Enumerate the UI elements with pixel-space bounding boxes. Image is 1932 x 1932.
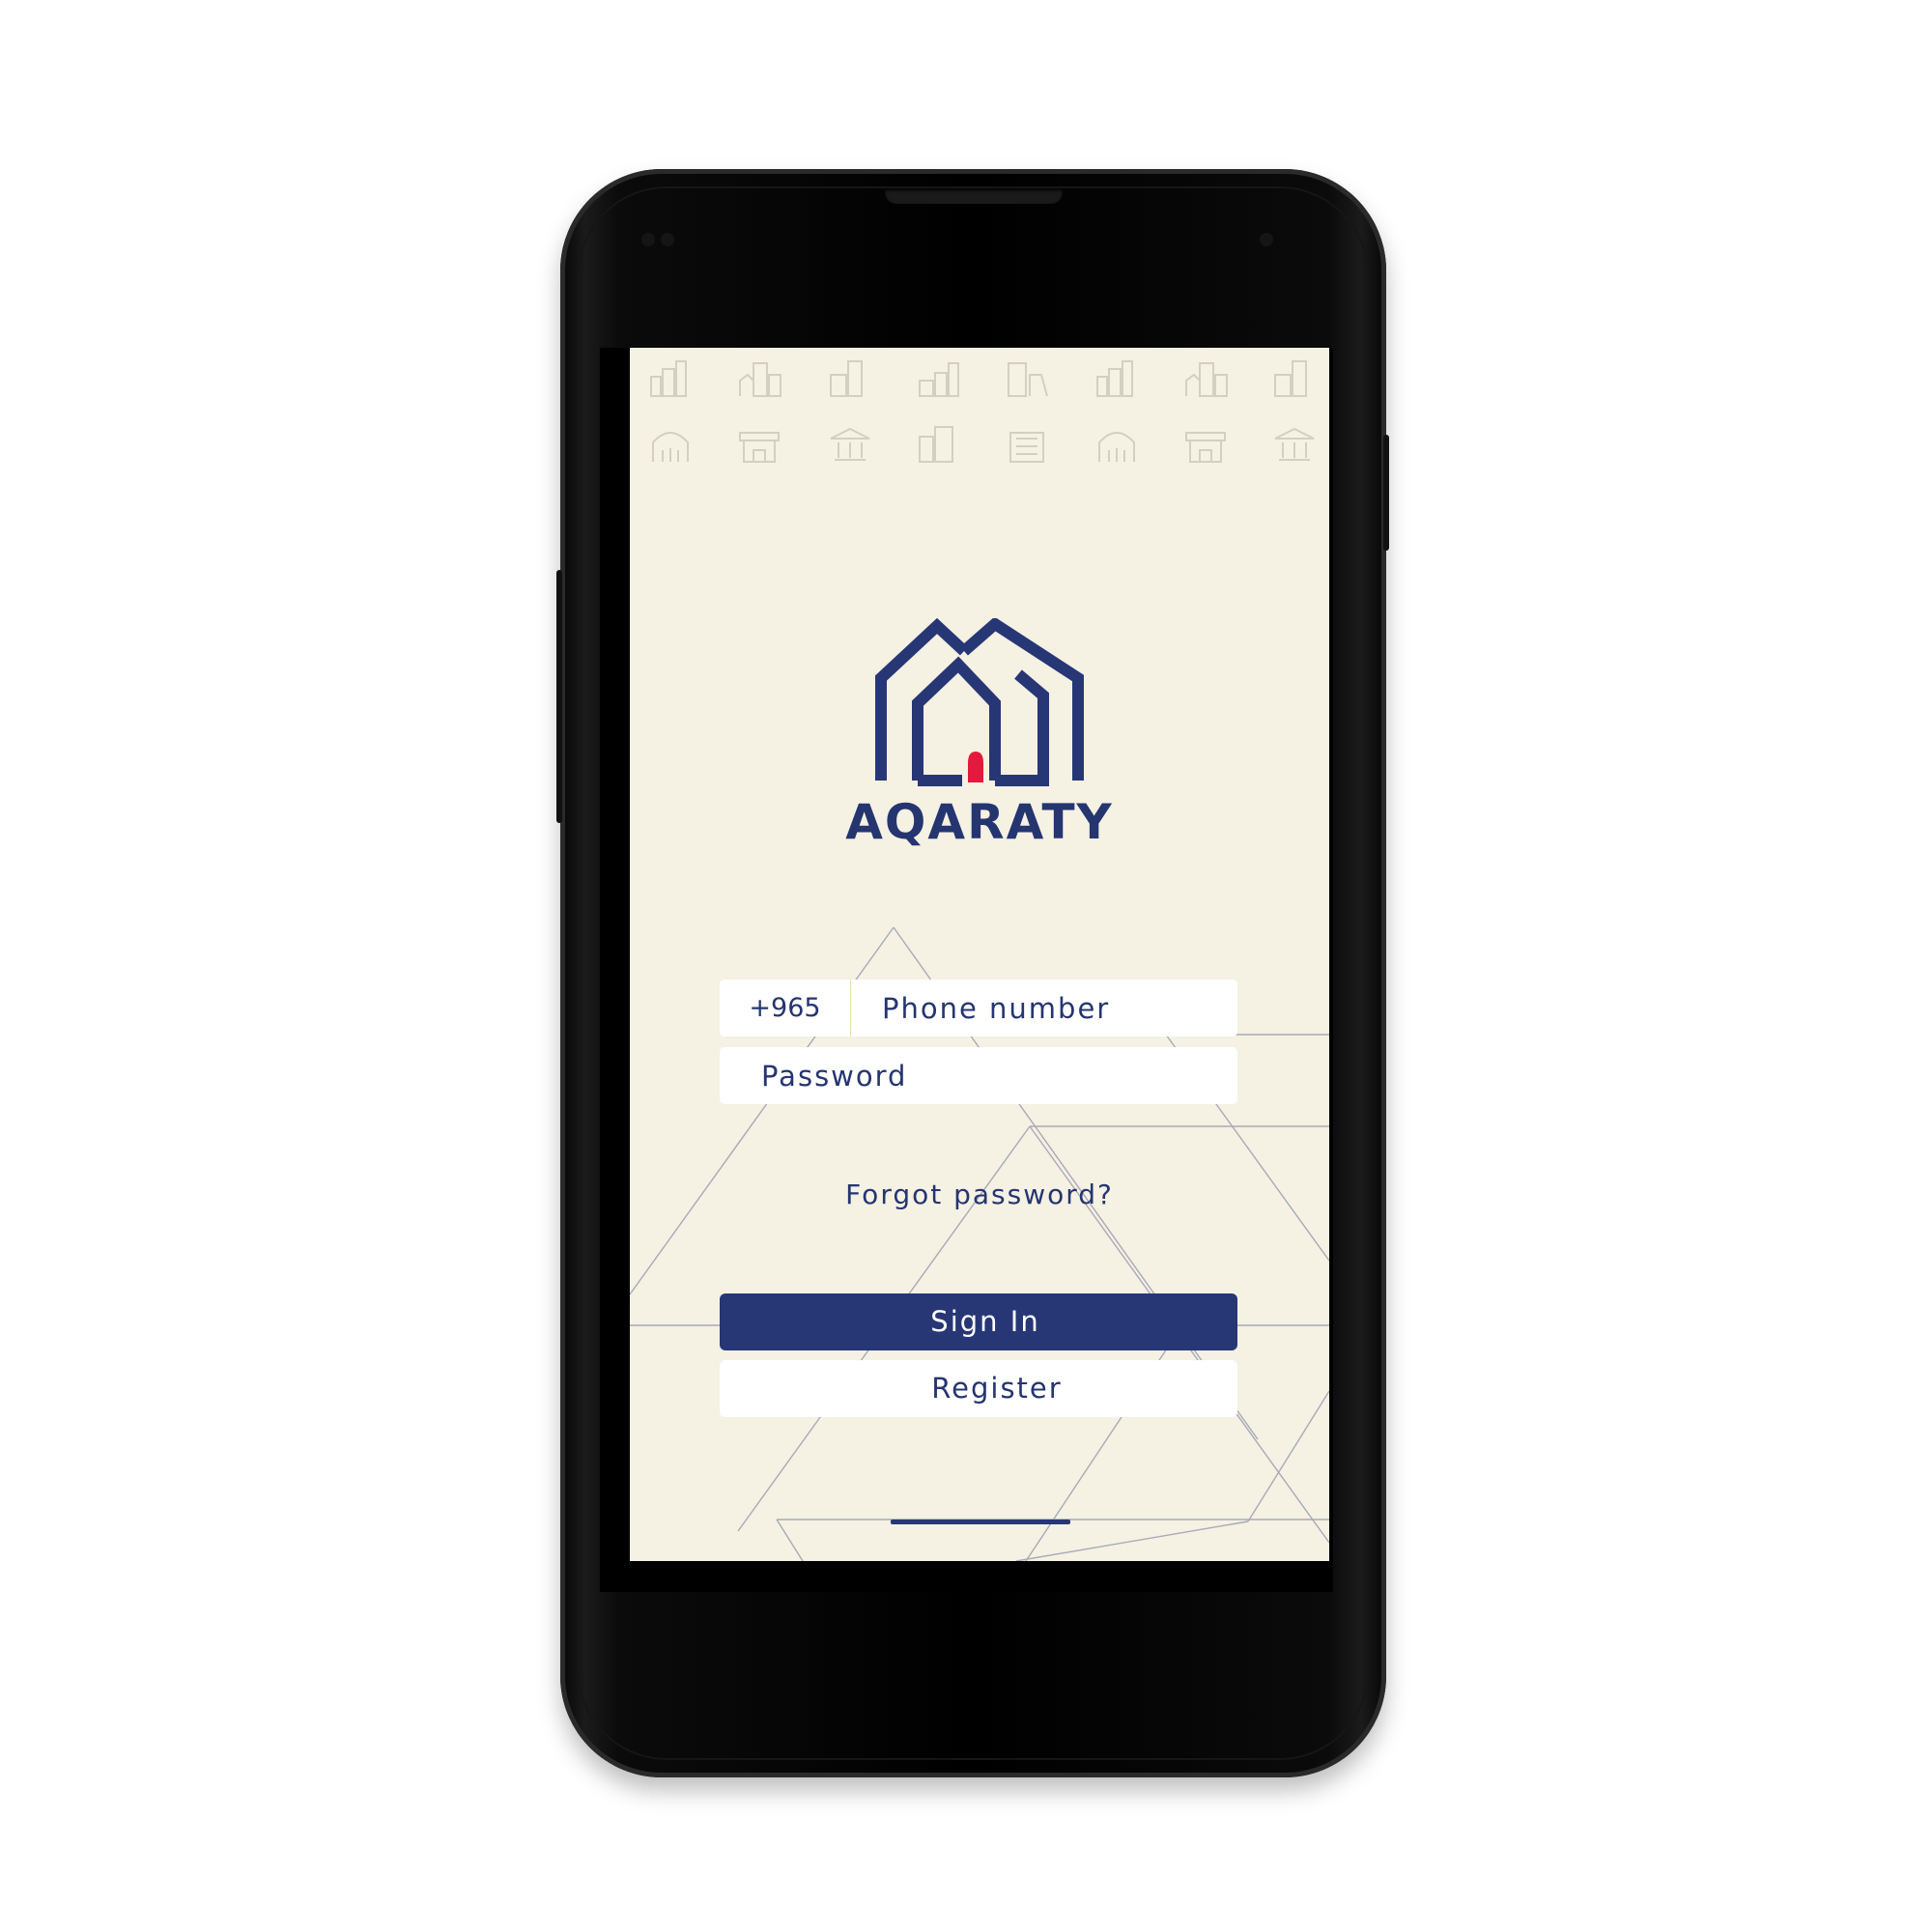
apartments-icon bbox=[739, 362, 781, 397]
password-input[interactable] bbox=[761, 1047, 1215, 1104]
city-icon bbox=[650, 360, 687, 397]
home-indicator[interactable] bbox=[891, 1520, 1070, 1524]
logo-door bbox=[968, 752, 983, 782]
fort-icon bbox=[1185, 432, 1226, 463]
mosque-icon bbox=[1098, 432, 1135, 462]
office-building-icon bbox=[1008, 362, 1048, 397]
fort-icon bbox=[739, 432, 780, 463]
mosque-icon bbox=[652, 432, 689, 462]
volume-button bbox=[556, 570, 562, 823]
app-screen: AQARATY +965 Forgot password? Sign In Re… bbox=[630, 348, 1329, 1561]
logo-container bbox=[630, 618, 1329, 788]
house-a-logo-icon bbox=[875, 618, 1084, 786]
earpiece-speaker bbox=[885, 188, 1063, 204]
password-field bbox=[720, 1047, 1237, 1104]
forgot-password-link[interactable]: Forgot password? bbox=[630, 1179, 1329, 1210]
country-code-selector[interactable]: +965 bbox=[720, 980, 851, 1037]
light-sensor bbox=[661, 233, 674, 246]
register-button[interactable]: Register bbox=[720, 1360, 1237, 1417]
proximity-sensor bbox=[641, 233, 655, 246]
skyline-icon bbox=[919, 362, 959, 397]
tower-icon bbox=[1274, 360, 1307, 397]
front-camera bbox=[1260, 233, 1273, 246]
sign-in-button[interactable]: Sign In bbox=[720, 1293, 1237, 1350]
museum-icon bbox=[1274, 427, 1315, 461]
phone-number-input[interactable] bbox=[882, 980, 1220, 1037]
building-icon bbox=[919, 426, 953, 463]
apartments-icon bbox=[1185, 362, 1228, 397]
city-icon bbox=[1096, 360, 1133, 397]
skyscraper-icon bbox=[1009, 432, 1044, 463]
tower-icon bbox=[830, 360, 863, 397]
header-icon-row-2 bbox=[652, 426, 1315, 463]
stage: AQARATY +965 Forgot password? Sign In Re… bbox=[0, 0, 1932, 1932]
power-button bbox=[1383, 435, 1389, 551]
phone-field: +965 bbox=[720, 980, 1237, 1037]
museum-icon bbox=[830, 427, 870, 461]
brand-name: AQARATY bbox=[845, 794, 1114, 850]
header-icon-row-1 bbox=[650, 360, 1307, 397]
